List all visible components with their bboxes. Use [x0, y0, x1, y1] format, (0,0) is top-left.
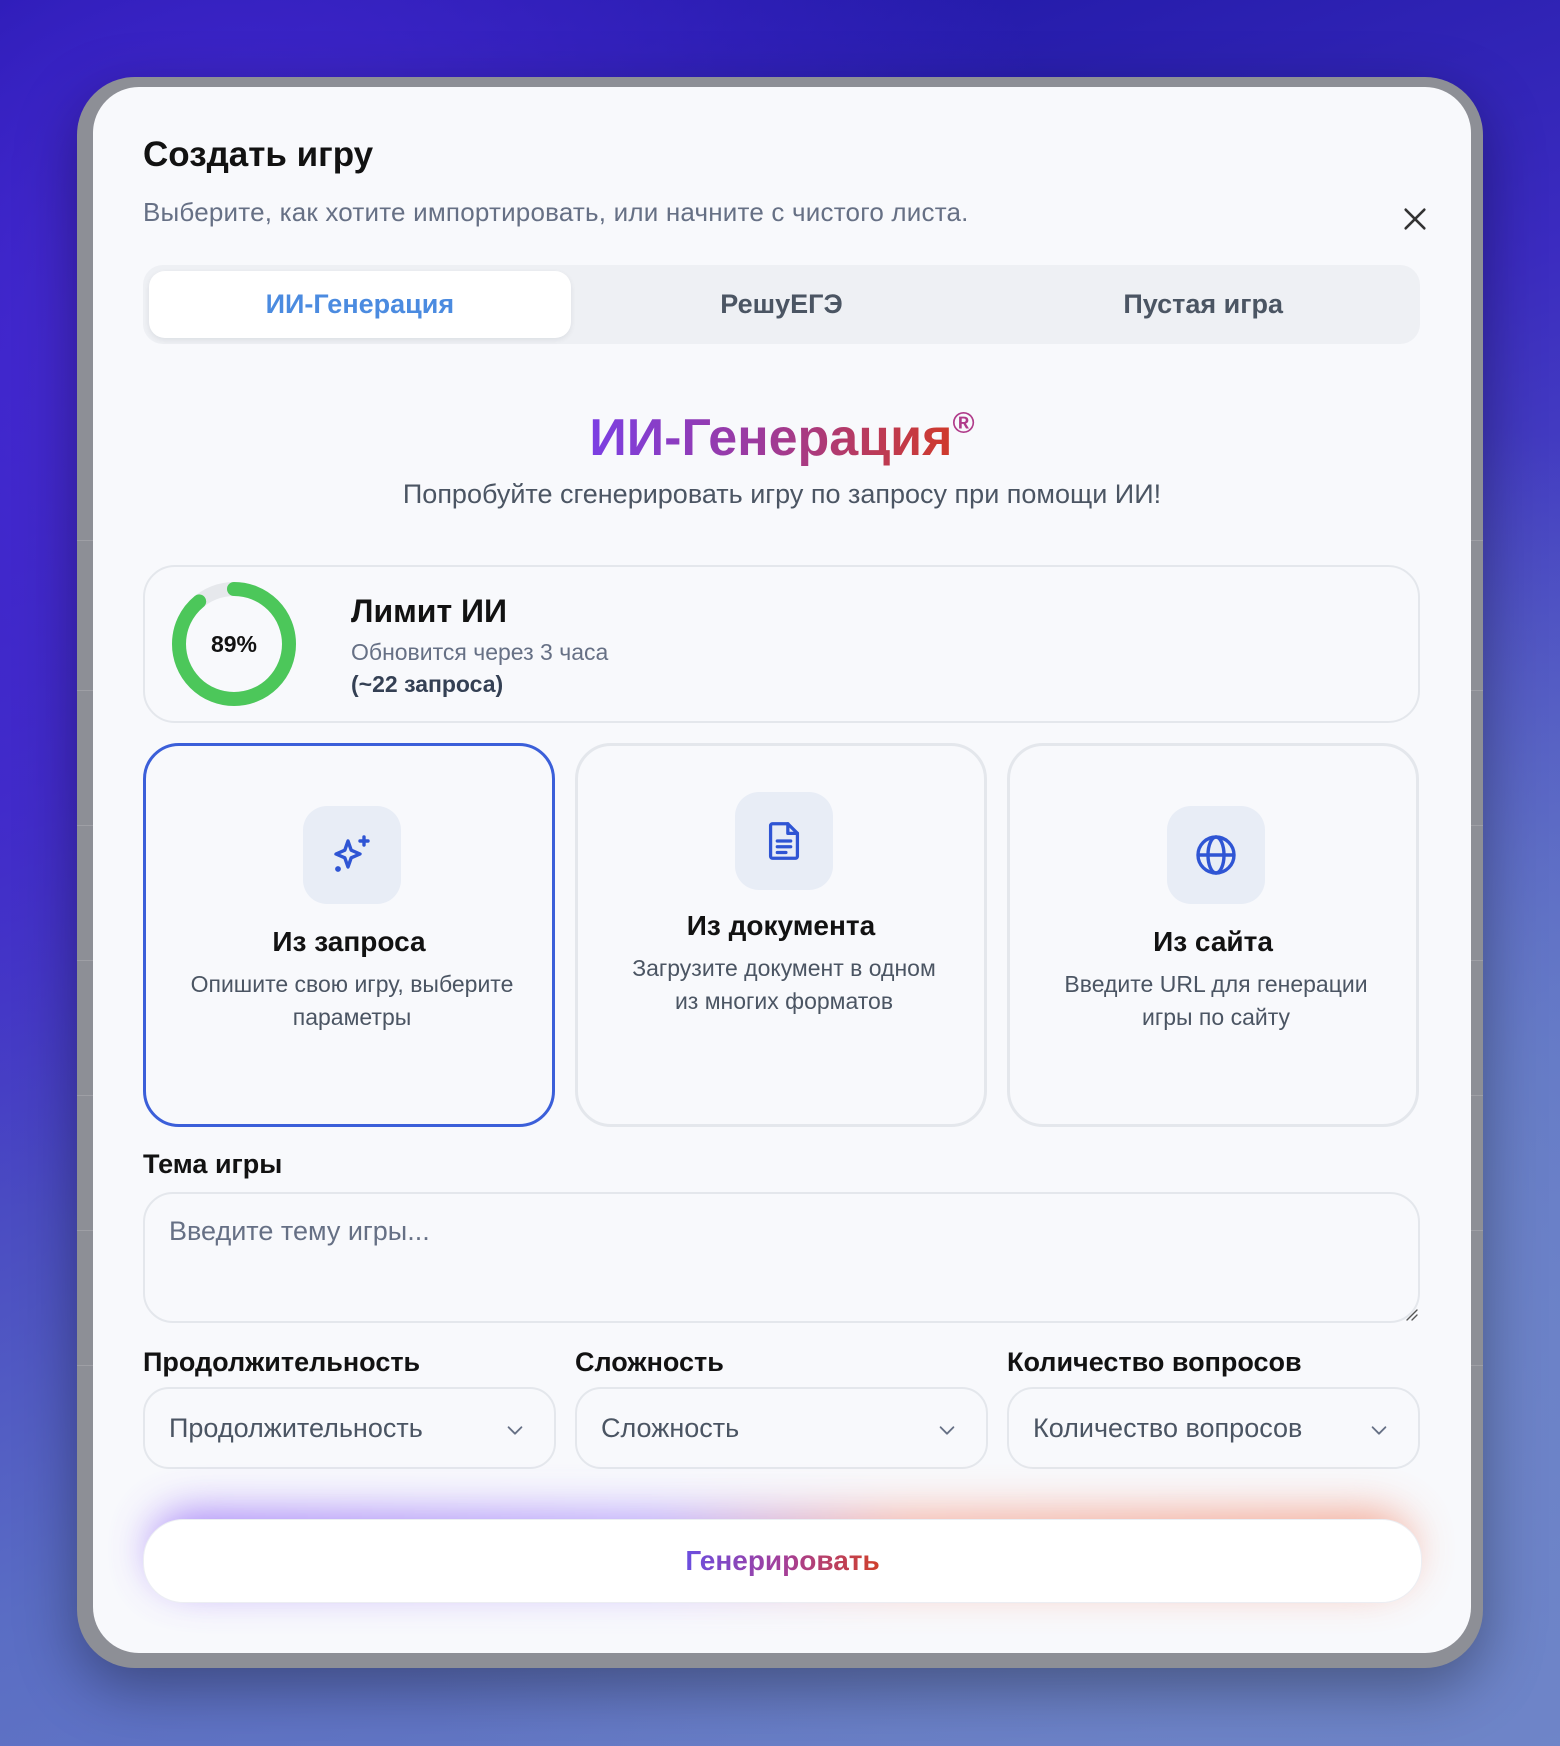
ai-heading: ИИ-Генерация® [93, 407, 1471, 468]
ai-description: Попробуйте сгенерировать игру по запросу… [402, 479, 1162, 509]
source-card-desc: Опишите свою игру, выберите параметры [190, 971, 514, 1030]
limit-refresh-text: Обновится через 3 часа [351, 639, 609, 665]
source-card-title: Из запроса [272, 926, 426, 957]
document-icon [735, 792, 833, 890]
topic-label: Тема игры [143, 1149, 283, 1179]
limit-requests-text: (~22 запроса) [351, 671, 504, 697]
source-card-website[interactable]: Из сайта Введите URL для генерации игры … [1007, 743, 1419, 1127]
source-card-document[interactable]: Из документа Загрузите документ в одном … [575, 743, 987, 1127]
duration-select-value: Продолжительность [169, 1413, 423, 1443]
modal-subtitle: Выберите, как хотите импортировать, или … [143, 197, 969, 227]
duration-label: Продолжительность [143, 1347, 421, 1377]
topic-input[interactable] [143, 1192, 1420, 1323]
limit-percent: 89% [210, 630, 258, 657]
question-count-select-value: Количество вопросов [1033, 1413, 1303, 1443]
source-card-title: Из сайта [1153, 926, 1273, 957]
question-count-select[interactable]: Количество вопросов [1007, 1387, 1420, 1469]
source-card-desc: Загрузите документ в одном из многих фор… [632, 955, 936, 1014]
registered-mark: ® [952, 407, 975, 440]
tab-ai-generation[interactable]: ИИ-Генерация [149, 271, 571, 338]
source-card-desc: Введите URL для генерации игры по сайту [1064, 971, 1368, 1030]
create-game-modal: Создать игру Выберите, как хотите импорт… [93, 87, 1471, 1653]
generate-button[interactable]: Генерировать [143, 1519, 1422, 1603]
close-icon[interactable] [1401, 205, 1429, 233]
globe-icon [1167, 806, 1265, 904]
difficulty-select-value: Сложность [601, 1413, 740, 1443]
resize-grip-icon[interactable] [1404, 1307, 1418, 1321]
difficulty-label: Сложность [575, 1347, 724, 1377]
tab-reshuege[interactable]: РешуЕГЭ [571, 271, 993, 338]
generate-button-label: Генерировать [685, 1545, 880, 1576]
source-card-title: Из документа [686, 910, 876, 941]
ai-limit-card: 89% Лимит ИИ Обновится через 3 часа (~22… [143, 565, 1420, 723]
sparkles-icon [303, 806, 401, 904]
chevron-down-icon [507, 1426, 523, 1435]
question-count-label: Количество вопросов [1007, 1347, 1302, 1377]
duration-select[interactable]: Продолжительность [143, 1387, 556, 1469]
import-tabs: ИИ-Генерация РешуЕГЭ Пустая игра [143, 265, 1420, 344]
ai-heading-text: ИИ-Генерация [589, 409, 953, 467]
chevron-down-icon [939, 1426, 955, 1435]
source-card-prompt[interactable]: Из запроса Опишите свою игру, выберите п… [143, 743, 555, 1127]
chevron-down-icon [1371, 1426, 1387, 1435]
tab-empty-game[interactable]: Пустая игра [992, 271, 1414, 338]
limit-title: Лимит ИИ [351, 593, 508, 629]
difficulty-select[interactable]: Сложность [575, 1387, 988, 1469]
modal-title: Создать игру [143, 135, 374, 174]
